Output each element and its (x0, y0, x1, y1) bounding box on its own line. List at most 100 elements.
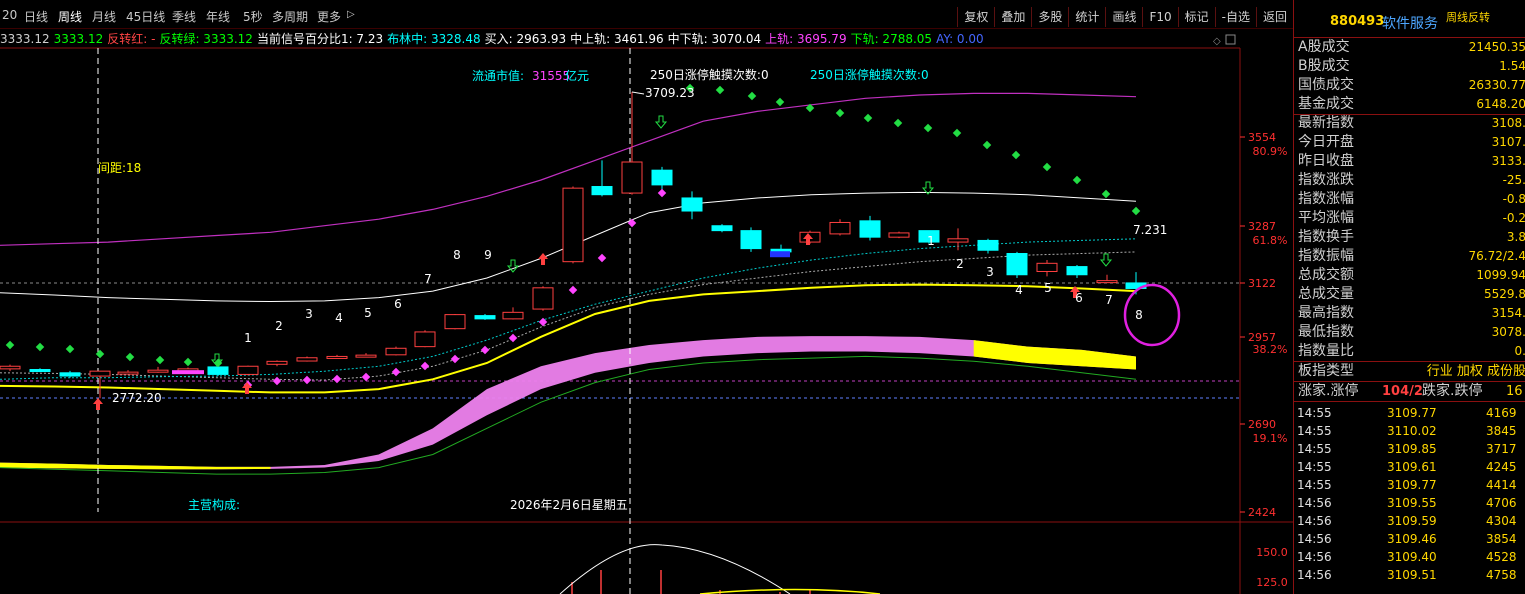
tick-time: 14:55 (1297, 406, 1332, 420)
sar-dot-magenta (272, 376, 282, 386)
candle-body (147, 369, 169, 373)
candle-body (29, 369, 51, 373)
candle-body (385, 347, 407, 356)
quote-row: 指数换手 3.8 (1294, 228, 1525, 247)
float-mv-unit: 亿元 (565, 68, 589, 83)
count-label: 1 (244, 331, 252, 345)
limit-down-label: 跌家.跌停 (1422, 383, 1483, 399)
kline-chart[interactable]: 35543287312229572690242480.9%61.8%38.2%1… (0, 0, 1293, 594)
quote-row: A股成交 21450.35 (1294, 38, 1525, 57)
sar-dot-magenta (627, 218, 637, 228)
count-label: 2 (275, 319, 283, 333)
tick-row: 14:55 3109.77 4169 (1294, 404, 1525, 422)
candle-body (532, 287, 554, 310)
date-label: 2026年2月6日星期五 (510, 498, 628, 512)
candle-body (444, 314, 466, 330)
quote-row: 今日开盘 3107. (1294, 133, 1525, 152)
candle-body (117, 371, 139, 375)
quote-label: A股成交 (1298, 39, 1350, 55)
tick-price: 3109.59 (1387, 514, 1437, 528)
candle-body (711, 225, 733, 232)
quote-row: 指数涨幅 -0.8 (1294, 190, 1525, 209)
board-type-row: 板指类型 行业 加权 成份股 (1294, 362, 1525, 381)
tick-row: 14:55 3109.77 4414 (1294, 476, 1525, 494)
sar-dot-magenta (568, 285, 578, 295)
limit-row: 涨家.涨停 104/2 跌家.跌停 16 (1294, 382, 1525, 401)
sar-dot-green (863, 113, 873, 123)
quote-value: 6148.20 (1476, 97, 1525, 111)
tick-price: 3109.51 (1387, 568, 1437, 582)
tick-time: 14:55 (1297, 460, 1332, 474)
quote-row: 平均涨幅 -0.2 (1294, 209, 1525, 228)
tick-row: 14:55 3109.85 3717 (1294, 440, 1525, 458)
tick-volume: 4304 (1486, 514, 1517, 528)
quote-value: -0.2 (1502, 211, 1525, 225)
sar-dot-green (1131, 206, 1141, 216)
candle-body (681, 197, 703, 212)
tick-time: 14:55 (1297, 478, 1332, 492)
sar-dot-green (1042, 162, 1052, 172)
board-type-value[interactable]: 行业 加权 成份股 (1427, 362, 1525, 381)
quote-row: 最高指数 3154. (1294, 304, 1525, 323)
quote-label: 最新指数 (1298, 115, 1354, 131)
quote-row: 总成交量 5529.8 (1294, 285, 1525, 304)
tick-price: 3109.61 (1387, 460, 1437, 474)
count-label: 4 (335, 311, 343, 325)
limit-up-label: 涨家.涨停 (1298, 383, 1359, 399)
quote-value: -25. (1502, 173, 1525, 187)
tick-row: 14:56 3109.40 4528 (1294, 548, 1525, 566)
quote-label: 平均涨幅 (1298, 210, 1354, 226)
sar-dot-green (155, 355, 165, 365)
quote-value: 3078. (1491, 325, 1525, 339)
count-label: 3 (986, 265, 994, 279)
candle-body (474, 315, 496, 320)
sar-dot-green (715, 85, 725, 95)
count-label: 8 (1135, 308, 1143, 322)
tick-volume: 4245 (1486, 460, 1517, 474)
limit-touch-count: 250日涨停触摸次数:0 (650, 67, 769, 82)
quote-value: 0. (1514, 344, 1525, 358)
candle-body (1036, 262, 1058, 272)
quote-label: 指数振幅 (1298, 248, 1354, 264)
quote-value: 26330.77 (1468, 78, 1525, 92)
sar-dot-magenta (450, 354, 460, 364)
candle-body (888, 232, 910, 238)
quote-value: 3108. (1491, 116, 1525, 130)
marker-candle (172, 370, 204, 375)
sar-dot-green (923, 123, 933, 133)
quote-label: 总成交额 (1298, 267, 1354, 283)
count-label: 6 (1075, 291, 1083, 305)
tick-time: 14:56 (1297, 496, 1332, 510)
quote-value: -0.8 (1502, 192, 1525, 206)
quote-value: 21450.35 (1468, 40, 1525, 54)
sar-dot-green (952, 128, 962, 138)
sar-dot-green (35, 342, 45, 352)
main-composition-label: 主营构成: (188, 497, 240, 512)
spacing-label: 间距:18 (98, 161, 141, 175)
count-label: 1 (927, 234, 935, 248)
quote-value: 3154. (1491, 306, 1525, 320)
count-label: 9 (484, 248, 492, 262)
sell-arrow-icon (654, 115, 668, 129)
sar-dot-green (835, 108, 845, 118)
tick-row: 14:56 3109.51 4758 (1294, 566, 1525, 584)
quote-label: 国债成交 (1298, 77, 1354, 93)
high-price-label: 3709.23 (645, 86, 695, 100)
y-axis-tick-label: 3122 (1248, 277, 1276, 290)
volume-ma-yellow (699, 588, 881, 594)
fib-percent-label: 19.1% (1253, 432, 1288, 445)
board-type-label: 板指类型 (1298, 363, 1354, 379)
candle-body (829, 221, 851, 235)
tick-row: 14:55 3110.02 3845 (1294, 422, 1525, 440)
candle-body (651, 169, 673, 186)
quote-label: B股成交 (1298, 58, 1350, 74)
count-label: 2 (956, 257, 964, 271)
quote-value: 3133. (1491, 154, 1525, 168)
sar-dot-magenta (657, 188, 667, 198)
signal-value-label: 7.231 (1133, 223, 1167, 237)
fib-percent-label: 80.9% (1253, 145, 1288, 158)
sar-dot-green (1072, 175, 1082, 185)
candle-body (266, 360, 288, 365)
candle-body (740, 230, 762, 250)
buy-arrow-icon (538, 253, 548, 265)
